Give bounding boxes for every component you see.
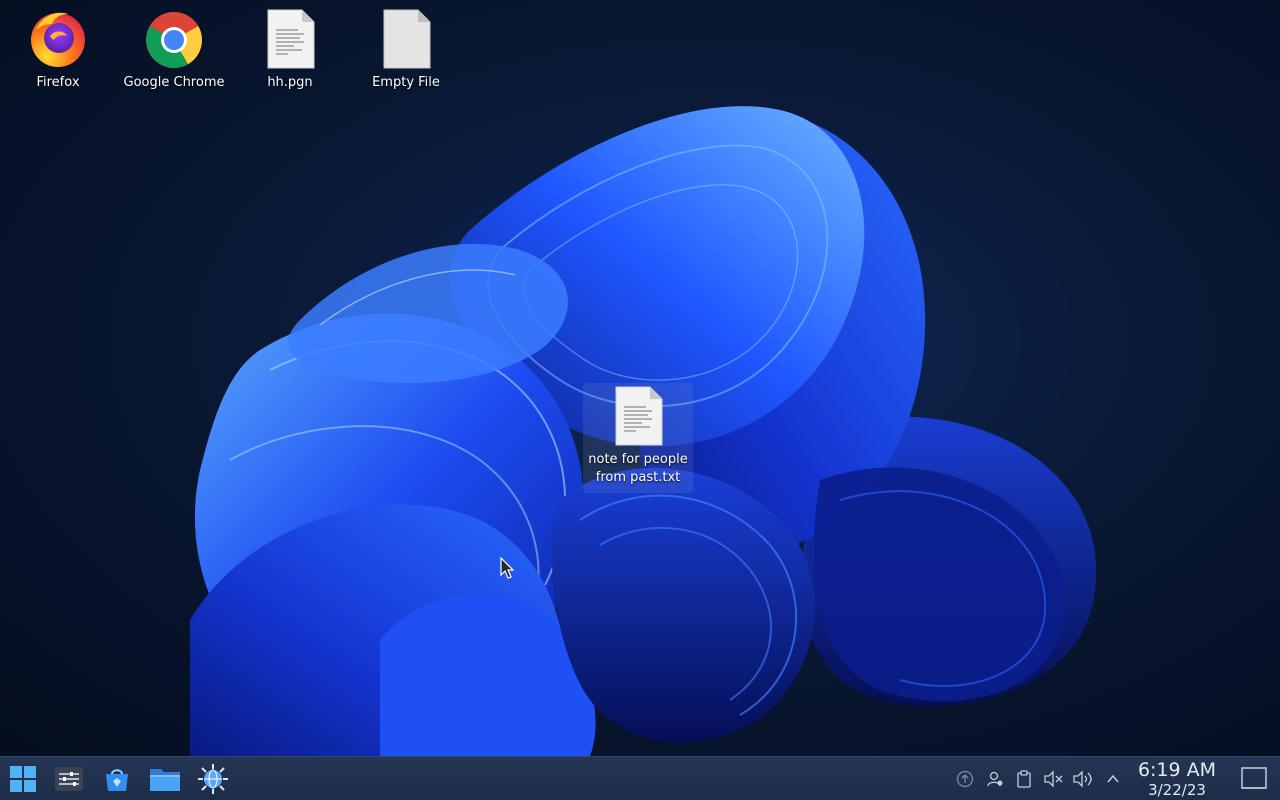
- clipboard-icon: [1017, 770, 1031, 788]
- desktop-icon-firefox[interactable]: Firefox: [3, 6, 113, 92]
- user-icon: [987, 771, 1003, 787]
- clock-date: 3/22/23: [1148, 781, 1206, 799]
- desktop-icon-hh-pgn[interactable]: hh.pgn: [235, 6, 345, 92]
- desktop-icon-label: Empty File: [372, 75, 440, 90]
- settings-sliders-icon: [55, 767, 83, 791]
- clipboard-tray-button[interactable]: [1013, 768, 1035, 790]
- clock-time: 6:19 AM: [1137, 759, 1217, 781]
- user-status-tray-button[interactable]: [984, 768, 1006, 790]
- desktop-icon-google-chrome[interactable]: Google Chrome: [119, 6, 229, 92]
- network-tool-button[interactable]: [195, 761, 231, 797]
- chrome-icon: [146, 12, 202, 68]
- start-menu-button[interactable]: [5, 761, 41, 797]
- folder-icon: [150, 769, 180, 791]
- desktop-icon-label: hh.pgn: [267, 75, 313, 90]
- desktop-icon-note-file[interactable]: note for people from past.txt: [583, 383, 693, 493]
- globe-gear-icon: [198, 764, 228, 794]
- desktop-icon-label: note for people: [588, 452, 688, 467]
- desktop-icon-empty-file[interactable]: Empty File: [351, 6, 461, 92]
- text-file-icon: [615, 386, 663, 446]
- text-file-icon: [267, 9, 315, 69]
- desktop[interactable]: Firefox Google Chrome hh.pgn Empty File …: [0, 0, 1280, 756]
- wallpaper-bloom: [190, 106, 1097, 756]
- file-manager-button[interactable]: [147, 761, 183, 797]
- chevron-up-icon: [1107, 774, 1119, 783]
- system-settings-button[interactable]: [51, 761, 87, 797]
- blank-file-icon: [383, 9, 431, 69]
- desktop-icon-label: Google Chrome: [123, 75, 225, 90]
- volume-tray-button[interactable]: [1072, 768, 1094, 790]
- clock[interactable]: 6:19 AM 3/22/23: [1128, 758, 1226, 799]
- store-bag-icon: [106, 769, 128, 791]
- firefox-icon: [31, 12, 85, 67]
- expand-tray-button[interactable]: [1102, 768, 1124, 790]
- taskbar: 6:19 AM 3/22/23: [0, 756, 1280, 800]
- windows-logo-icon: [10, 766, 36, 792]
- speaker-muted-icon: [1044, 770, 1063, 788]
- show-desktop-button[interactable]: [1240, 766, 1268, 792]
- speaker-icon: [1073, 770, 1092, 788]
- updates-tray-button[interactable]: [954, 768, 976, 790]
- microphone-muted-tray-button[interactable]: [1042, 768, 1064, 790]
- mouse-pointer-icon: [500, 557, 515, 579]
- desktop-icon-label: from past.txt: [595, 470, 681, 485]
- arrow-up-circle-icon: [956, 770, 974, 788]
- desktop-icon-label: Firefox: [36, 75, 80, 90]
- software-store-button[interactable]: [99, 761, 135, 797]
